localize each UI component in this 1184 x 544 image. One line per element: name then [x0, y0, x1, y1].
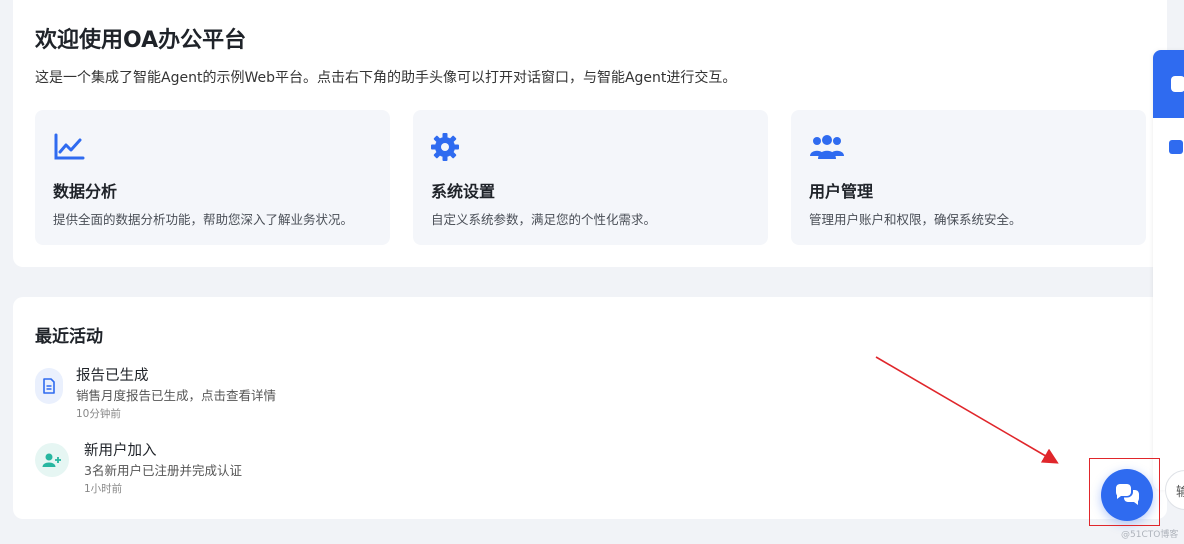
- side-panel: [1153, 50, 1184, 490]
- gear-icon: [431, 133, 459, 161]
- highlight-box: [1089, 458, 1160, 526]
- feature-card-user-management[interactable]: 用户管理 管理用户账户和权限，确保系统安全。: [791, 110, 1146, 245]
- welcome-card: 欢迎使用OA办公平台 这是一个集成了智能Agent的示例Web平台。点击右下角的…: [13, 0, 1167, 267]
- activity-desc: 3名新用户已注册并完成认证: [84, 463, 242, 478]
- agent-icon[interactable]: [1169, 140, 1183, 154]
- users-icon: [810, 135, 844, 159]
- page-title: 欢迎使用OA办公平台: [35, 28, 247, 53]
- page-subtitle: 这是一个集成了智能Agent的示例Web平台。点击右下角的助手头像可以打开对话窗…: [35, 70, 737, 86]
- robot-icon: [1171, 76, 1184, 92]
- feature-title: 系统设置: [431, 182, 496, 201]
- activity-title: 新用户加入: [84, 443, 157, 459]
- feature-card-data-analysis[interactable]: 数据分析 提供全面的数据分析功能，帮助您深入了解业务状况。: [35, 110, 390, 245]
- activity-title: 报告已生成: [76, 368, 149, 384]
- feature-desc: 自定义系统参数，满足您的个性化需求。: [431, 212, 657, 227]
- section-title: 最近活动: [35, 327, 103, 347]
- recent-activity-card: 最近活动 报告已生成 销售月度报告已生成，点击查看详情 10分钟前 新用户加入 …: [13, 297, 1167, 519]
- activity-desc: 销售月度报告已生成，点击查看详情: [76, 388, 277, 403]
- watermark: @51CTO博客: [1121, 530, 1179, 540]
- input-pill-label: 输: [1176, 485, 1184, 500]
- activity-time: 10分钟前: [76, 408, 121, 420]
- feature-title: 数据分析: [53, 182, 118, 201]
- feature-desc: 管理用户账户和权限，确保系统安全。: [809, 212, 1022, 227]
- line-chart-icon: [54, 133, 85, 160]
- activity-time: 1小时前: [84, 483, 123, 495]
- side-panel-header[interactable]: [1153, 50, 1184, 118]
- feature-card-system-settings[interactable]: 系统设置 自定义系统参数，满足您的个性化需求。: [413, 110, 768, 245]
- user-plus-icon: [35, 443, 69, 477]
- document-icon: [35, 368, 63, 404]
- feature-title: 用户管理: [809, 182, 874, 201]
- feature-desc: 提供全面的数据分析功能，帮助您深入了解业务状况。: [53, 212, 354, 227]
